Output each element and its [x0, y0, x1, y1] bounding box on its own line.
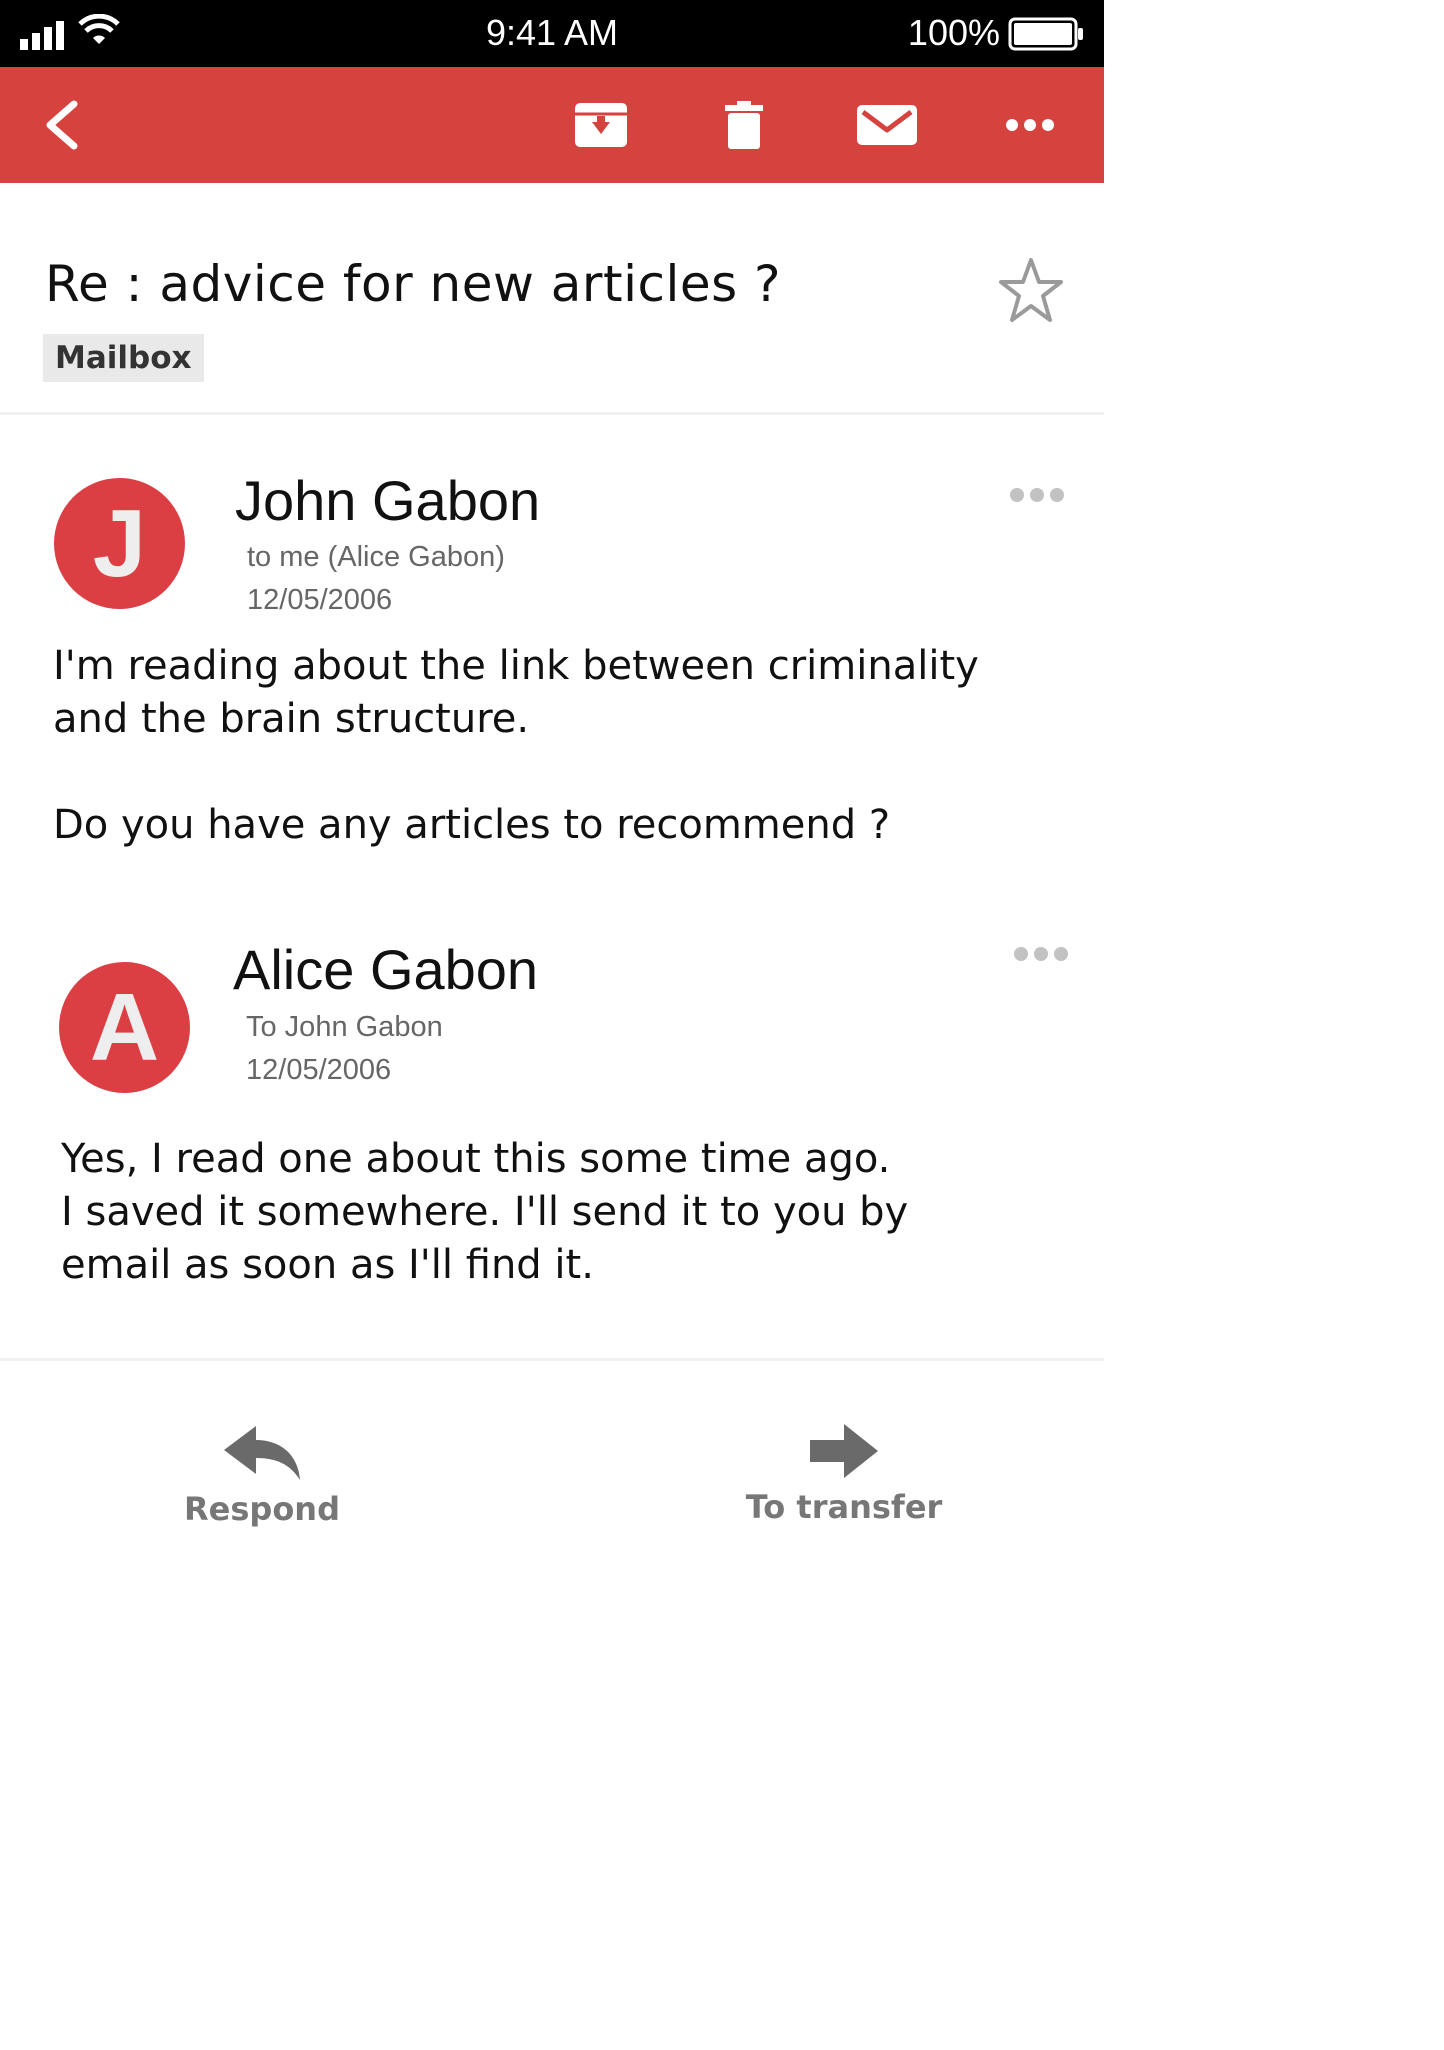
mail-icon[interactable]	[852, 67, 922, 183]
transfer-button[interactable]: To transfer	[724, 1420, 964, 1532]
respond-button[interactable]: Respond	[160, 1420, 364, 1532]
avatar-letter: A	[89, 973, 160, 1081]
avatar: A	[59, 962, 190, 1093]
sender-name: Alice Gabon	[233, 938, 539, 1001]
reply-arrow-icon	[224, 1426, 300, 1480]
battery-icon	[1008, 17, 1083, 51]
message-date: 12/05/2006	[247, 584, 393, 616]
battery-percentage: 100%	[907, 12, 1000, 53]
status-bar: 9:41 AM 100%	[0, 0, 1104, 67]
toolbar	[0, 67, 1104, 183]
message-more-icon[interactable]	[1008, 486, 1066, 504]
message-date: 12/05/2006	[246, 1054, 392, 1086]
message-body: Yes, I read one about this some time ago…	[61, 1136, 909, 1288]
star-icon[interactable]	[998, 256, 1064, 326]
recipient-line: To John Gabon	[246, 1011, 443, 1043]
sender-name: John Gabon	[235, 469, 541, 532]
back-arrow-icon[interactable]	[28, 67, 96, 183]
respond-label: Respond	[184, 1490, 340, 1528]
recipient-line: to me (Alice Gabon)	[247, 541, 505, 573]
avatar-letter: J	[92, 489, 147, 597]
transfer-label: To transfer	[745, 1488, 943, 1526]
divider	[0, 412, 1104, 415]
divider	[0, 1358, 1104, 1361]
mailbox-label-badge[interactable]: Mailbox	[43, 334, 204, 382]
more-icon[interactable]	[998, 67, 1062, 183]
message-body: I'm reading about the link between crimi…	[53, 643, 979, 848]
message-more-icon[interactable]	[1012, 945, 1070, 963]
archive-icon[interactable]	[566, 67, 636, 183]
avatar: J	[54, 478, 185, 609]
email-subject: Re : advice for new articles ?	[45, 255, 782, 313]
trash-icon[interactable]	[712, 67, 776, 183]
forward-arrow-icon	[810, 1424, 878, 1478]
